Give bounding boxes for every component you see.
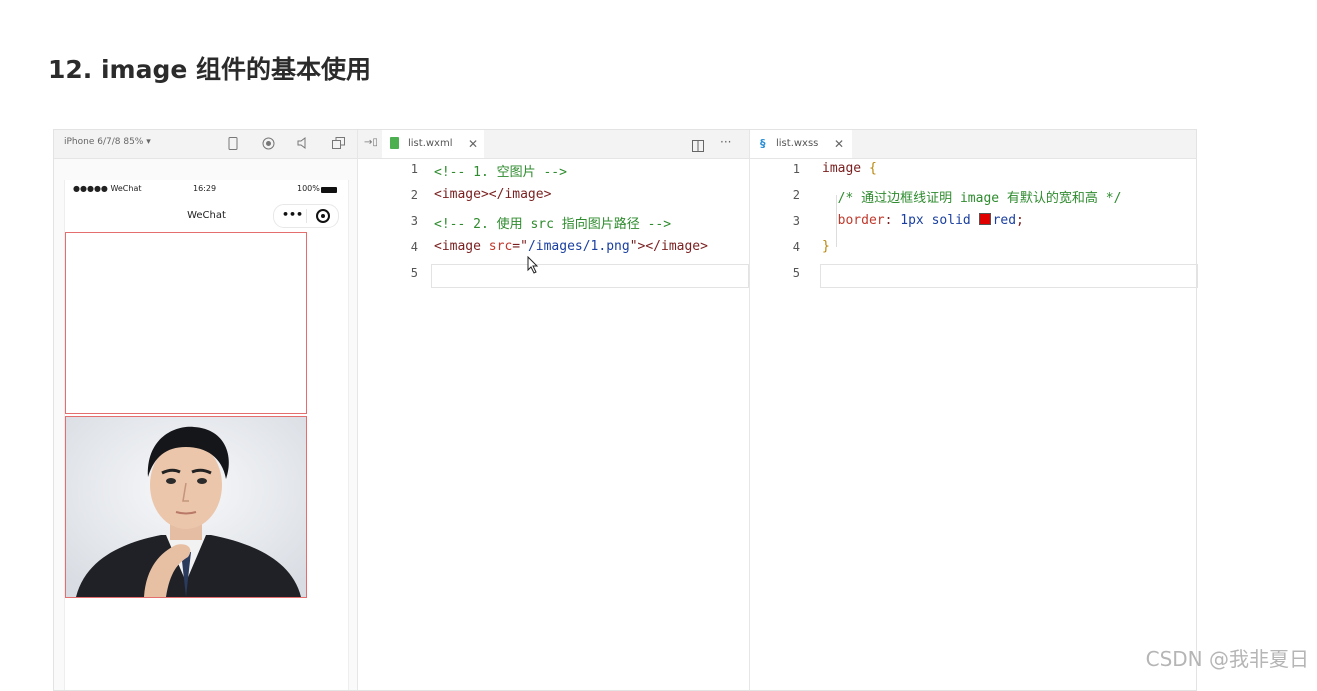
code-line[interactable]: }	[822, 239, 830, 254]
css-file-icon: §	[760, 137, 766, 150]
line-number: 1	[792, 162, 800, 176]
simulator-toolbar: iPhone 6/7/8 85% ▾	[54, 130, 357, 159]
close-icon[interactable]: ✕	[834, 130, 844, 158]
code-token: <image></image>	[434, 187, 552, 202]
code-token: 1px solid	[900, 213, 979, 228]
tab-label: list.wxml	[408, 138, 453, 149]
sidebar-toggle-icon[interactable]: →▯	[364, 137, 378, 148]
close-miniprogram-icon[interactable]	[316, 209, 330, 223]
carrier-text: ●●●●● WeChat	[73, 184, 142, 193]
current-line-highlight	[431, 264, 749, 288]
more-icon[interactable]: ···	[720, 135, 731, 149]
code-line[interactable]: <image></image>	[434, 187, 551, 202]
line-number: 4	[792, 240, 800, 254]
line-number: 2	[410, 188, 418, 202]
code-line[interactable]: image {	[822, 161, 877, 176]
battery-text: 100%	[297, 184, 320, 193]
code-token: :	[884, 213, 901, 228]
line-number: 2	[792, 188, 800, 202]
battery-icon	[321, 187, 337, 193]
tab-label: list.wxss	[776, 138, 819, 149]
code-token: ;	[1016, 213, 1024, 228]
color-swatch-icon[interactable]	[978, 213, 991, 225]
code-token: <image	[434, 239, 489, 254]
code-token: image	[822, 161, 869, 176]
code-token: }	[822, 239, 830, 254]
code-token: border	[822, 213, 885, 228]
speaker-icon[interactable]	[296, 137, 310, 151]
code-line[interactable]: <image src="/images/1.png"></image>	[434, 239, 708, 254]
tab-list-wxss[interactable]: § list.wxss ✕	[750, 130, 852, 158]
detach-window-icon[interactable]	[331, 137, 345, 151]
capsule-divider	[306, 209, 307, 223]
wxml-file-icon	[390, 137, 399, 149]
line-number: 4	[410, 240, 418, 254]
wxss-tab-bar: § list.wxss ✕	[750, 130, 1196, 159]
wxss-editor: § list.wxss ✕ 1 image {2 /* 通过边框线证明 image…	[750, 130, 1198, 690]
code-line[interactable]: border: 1px solid red;	[822, 213, 1024, 228]
watermark: CSDN @我非夏日	[1145, 647, 1309, 671]
page-title: 12. image 组件的基本使用	[48, 55, 372, 84]
code-token: "></image>	[629, 239, 708, 254]
record-icon[interactable]	[261, 137, 275, 151]
more-dots-icon[interactable]: •••	[282, 208, 303, 221]
code-token: red	[992, 213, 1017, 228]
tab-list-wxml[interactable]: list.wxml ✕	[382, 130, 484, 158]
code-line[interactable]: /* 通过边框线证明 image 有默认的宽和高 */	[822, 187, 1122, 206]
line-number: 5	[792, 266, 800, 280]
code-token: /images/1.png	[527, 239, 630, 254]
code-token: <!-- 1. 空图片 -->	[434, 165, 567, 180]
portrait-illustration	[66, 417, 306, 597]
clock-text: 16:29	[193, 184, 217, 193]
code-token: <!-- 2. 使用 src 指向图片路径 -->	[434, 217, 672, 232]
current-line-highlight	[820, 264, 1198, 288]
split-editor-icon[interactable]	[692, 137, 704, 156]
status-bar: ●●●●● WeChat 16:29 100%	[65, 184, 348, 198]
code-token: /* 通过边框线证明 image 有默认的宽和高 */	[822, 191, 1122, 206]
phone-screen: ●●●●● WeChat 16:29 100% WeChat •••	[64, 180, 349, 690]
wxml-editor: →▯ list.wxml ✕ ··· 1 <!-- 1. 空图片 --> 2 <ima…	[358, 130, 750, 690]
code-line[interactable]: <!-- 1. 空图片 -->	[434, 161, 567, 180]
code-token: {	[868, 161, 877, 176]
close-icon[interactable]: ✕	[468, 130, 478, 158]
line-number: 5	[410, 266, 418, 280]
simulator-panel: iPhone 6/7/8 85% ▾ ●●●●● WeChat 16:29 10…	[54, 130, 358, 690]
code-token: ="	[512, 239, 528, 254]
line-number: 3	[410, 214, 418, 228]
code-token: src	[488, 239, 513, 254]
wxml-tab-bar: →▯ list.wxml ✕ ···	[358, 130, 749, 159]
phone-icon[interactable]	[226, 137, 240, 151]
line-number: 3	[792, 214, 800, 228]
portrait-image	[65, 416, 307, 598]
code-line[interactable]: <!-- 2. 使用 src 指向图片路径 -->	[434, 213, 671, 232]
mouse-cursor-icon	[527, 256, 539, 274]
devtools-window: iPhone 6/7/8 85% ▾ ●●●●● WeChat 16:29 10…	[53, 129, 1198, 691]
line-number: 1	[410, 162, 418, 176]
device-selector[interactable]: iPhone 6/7/8 85% ▾	[64, 137, 151, 147]
empty-image-box	[65, 232, 307, 414]
menu-capsule[interactable]: •••	[273, 204, 339, 228]
